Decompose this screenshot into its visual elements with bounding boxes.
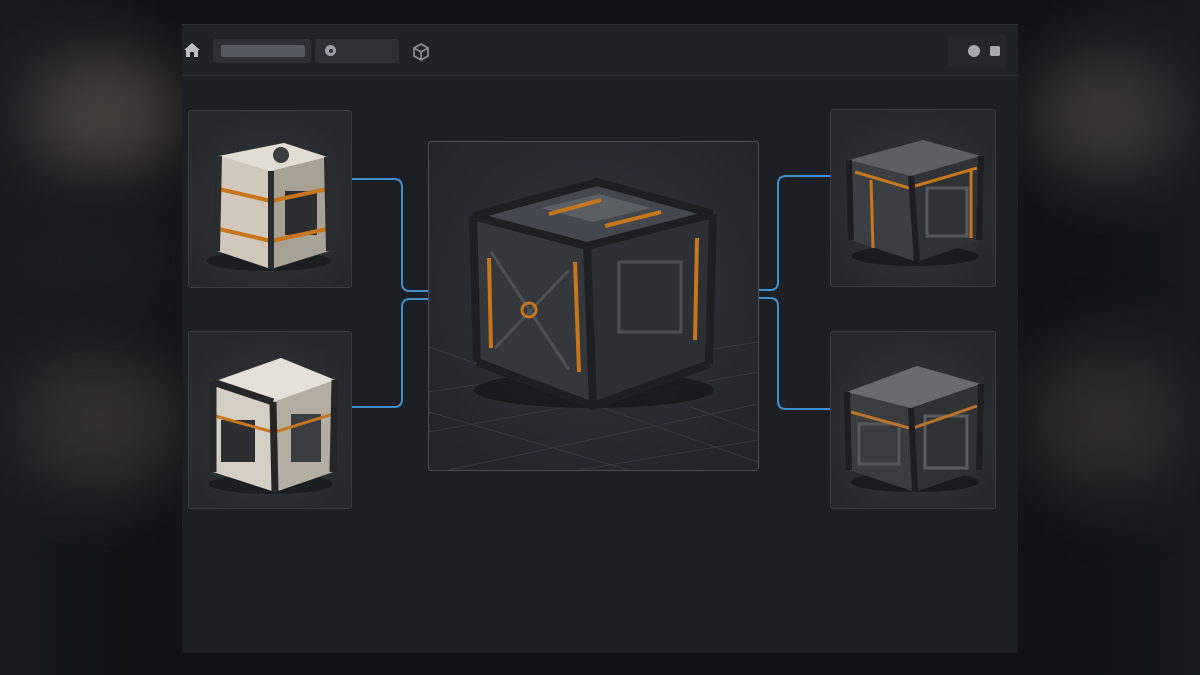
variant-card-top-right[interactable] [830, 109, 996, 287]
variant-card-top-left[interactable] [188, 110, 352, 288]
variant-card-bottom-left[interactable] [188, 331, 352, 509]
app-window [182, 24, 1018, 653]
crate-thumbnail [189, 332, 351, 508]
crate-thumbnail [831, 332, 995, 508]
connector-bottom-right [757, 297, 830, 410]
variant-card-bottom-right[interactable] [830, 331, 996, 509]
crate-thumbnail [831, 110, 995, 286]
crate-3d-preview [429, 142, 758, 470]
main-preview-panel[interactable] [428, 141, 759, 471]
crate-thumbnail [189, 111, 351, 287]
connector-top-left [350, 178, 428, 292]
connector-top-right [757, 175, 830, 291]
connector-bottom-left [350, 298, 428, 408]
